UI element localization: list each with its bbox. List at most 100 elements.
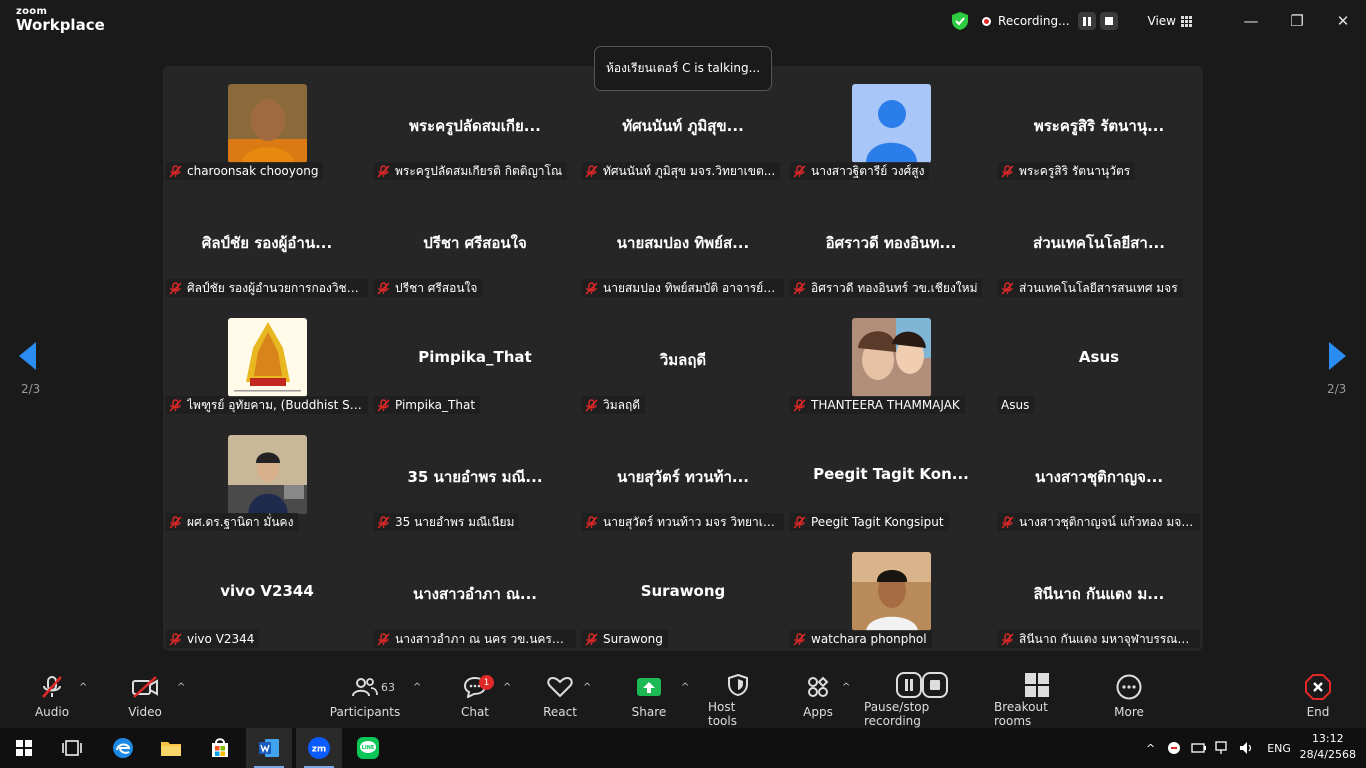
participant-photo	[852, 84, 931, 163]
prev-page-arrow-icon[interactable]	[19, 342, 36, 370]
mic-muted-icon	[793, 515, 811, 529]
participants-button[interactable]: Participants	[330, 669, 400, 728]
participant-photo	[228, 84, 307, 163]
participant-display-name: อิศราวดี ทองอินท...	[825, 234, 957, 252]
tray-volume-icon[interactable]	[1239, 741, 1255, 755]
mic-muted-icon	[377, 632, 395, 646]
tray-battery-icon[interactable]	[1191, 742, 1207, 754]
mic-muted-icon	[793, 164, 811, 178]
mic-muted-icon	[169, 164, 187, 178]
participant-tile[interactable]: ผศ.ดร.ฐานิดา มั่นคง	[163, 417, 371, 534]
tray-chevron-icon[interactable]: ^	[1146, 742, 1155, 755]
store-icon[interactable]	[197, 728, 243, 768]
tray-shield-icon[interactable]	[1167, 741, 1181, 755]
participant-name-label: ทัศนนันท์ ภูมิสุข มจร.วิทยาเขต...	[582, 162, 781, 180]
maximize-icon[interactable]: ❐	[1274, 0, 1320, 42]
participant-tile[interactable]: Asus Asus	[995, 300, 1203, 417]
edge-browser-icon[interactable]	[100, 728, 146, 768]
windows-start-icon[interactable]	[1, 728, 47, 768]
breakout-rooms-icon	[1025, 672, 1049, 697]
participant-tile[interactable]: ปรีชา ศรีสอนใจ ปรีชา ศรีสอนใจ	[371, 183, 579, 300]
video-caret-icon[interactable]: ^	[177, 682, 185, 693]
participant-tile[interactable]: พระครูสิริ รัตนานุ... พระครูสิริ รัตนานุว…	[995, 66, 1203, 183]
encryption-shield-icon[interactable]	[952, 12, 969, 30]
mic-muted-icon	[793, 281, 811, 295]
grid-view-icon[interactable]	[1181, 15, 1192, 27]
more-button[interactable]: More	[1112, 669, 1146, 728]
participant-tile[interactable]: 35 นายอำพร มณี... 35 นายอำพร มณีเนียม	[371, 417, 579, 534]
apps-button[interactable]: Apps	[802, 669, 834, 728]
participant-tile[interactable]: Pimpika_That Pimpika_That	[371, 300, 579, 417]
participant-tile[interactable]: นางสาวชุติกาญจ... นางสาวชุติกาญจน์ แก้วทอ…	[995, 417, 1203, 534]
participant-display-name: vivo V2344	[220, 582, 314, 600]
react-button[interactable]: React	[541, 669, 579, 728]
participant-name-label: Asus	[998, 396, 1035, 414]
minimize-icon[interactable]: —	[1228, 0, 1274, 42]
participant-tile[interactable]: พระครูปลัดสมเกีย... พระครูปลัดสมเกียรติ ก…	[371, 66, 579, 183]
participant-display-name: Peegit Tagit Kon...	[813, 465, 969, 483]
participant-tile[interactable]: นางสาวฐิตารีย์ วงศ์สูง	[787, 66, 995, 183]
participant-name: สินีนาถ กันแตง มหาจุฬาบรรณาคาร	[1019, 631, 1195, 646]
participant-name: Asus	[1001, 398, 1030, 412]
participant-name-label: Peegit Tagit Kongsiput	[790, 513, 949, 531]
participant-tile[interactable]: THANTEERA THAMMAJAK	[787, 300, 995, 417]
participant-name-label: นางสาวฐิตารีย์ วงศ์สูง	[790, 162, 930, 180]
next-page-arrow-icon[interactable]	[1329, 342, 1346, 370]
video-button[interactable]: Video	[124, 669, 166, 728]
pause-recording-icon[interactable]	[1077, 12, 1096, 30]
participant-tile[interactable]: charoonsak chooyong	[163, 66, 371, 183]
end-meeting-button[interactable]: End	[1302, 669, 1334, 728]
system-tray: ^ ENG	[1146, 728, 1291, 768]
participant-tile[interactable]: ส่วนเทคโนโลยีสา... ส่วนเทคโนโลยีสารสนเทศ …	[995, 183, 1203, 300]
participant-tile[interactable]: นางสาวอำภา ณ... นางสาวอำภา ณ นคร วข.นครศร…	[371, 534, 579, 651]
more-label: More	[1114, 705, 1144, 719]
participant-tile[interactable]: วิมลฤดี วิมลฤดี	[579, 300, 787, 417]
chat-caret-icon[interactable]: ^	[503, 682, 511, 693]
react-label: React	[543, 705, 577, 719]
close-icon[interactable]: ✕	[1320, 0, 1366, 42]
participant-tile[interactable]: ศิลป์ชัย รองผู้อำน... ศิลป์ชัย รองผู้อำนว…	[163, 183, 371, 300]
participant-tile[interactable]: สินีนาถ กันแตง ม... สินีนาถ กันแตง มหาจุฬ…	[995, 534, 1203, 651]
participant-name: นายสุวัตร์ ทวนท้าว มจร วิทยาเขต...	[603, 514, 779, 529]
taskbar-clock[interactable]: 13:12 28/4/2568	[1300, 731, 1356, 763]
file-explorer-icon[interactable]	[148, 728, 194, 768]
video-label: Video	[128, 705, 162, 719]
participant-tile[interactable]: นายสุวัตร์ ทวนท้า... นายสุวัตร์ ทวนท้าว ม…	[579, 417, 787, 534]
participant-tile[interactable]: vivo V2344 vivo V2344	[163, 534, 371, 651]
word-icon[interactable]	[246, 728, 292, 768]
view-button[interactable]: View	[1148, 14, 1176, 28]
share-button[interactable]: Share	[631, 669, 667, 728]
apps-caret-icon[interactable]: ^	[842, 682, 850, 693]
input-language[interactable]: ENG	[1267, 742, 1291, 755]
participant-name: อิศราวดี ทองอินทร์ วข.เชียงใหม่	[811, 280, 978, 295]
participant-tile[interactable]: Surawong Surawong	[579, 534, 787, 651]
participant-name-label: อิศราวดี ทองอินทร์ วข.เชียงใหม่	[790, 279, 983, 297]
pause-stop-recording-button[interactable]: Pause/stop recording	[864, 669, 980, 728]
zoom-app-icon[interactable]: zm	[296, 728, 342, 768]
participant-tile[interactable]: นายสมปอง ทิพย์ส... นายสมปอง ทิพย์สมบัติ อ…	[579, 183, 787, 300]
participant-display-name: Surawong	[640, 582, 726, 600]
react-caret-icon[interactable]: ^	[583, 682, 591, 693]
participant-name-label: 35 นายอำพร มณีเนียม	[374, 513, 520, 531]
host-tools-button[interactable]: Host tools	[708, 669, 768, 728]
participant-name: ปรีชา ศรีสอนใจ	[395, 280, 478, 295]
participant-tile[interactable]: ไพฑูรย์ อุทัยคาม, (Buddhist Stud...	[163, 300, 371, 417]
participant-name: Pimpika_That	[395, 398, 476, 412]
participants-caret-icon[interactable]: ^	[413, 682, 421, 693]
audio-button[interactable]: Audio	[30, 669, 74, 728]
task-view-icon[interactable]	[49, 728, 95, 768]
participant-tile[interactable]: watchara phonphol	[787, 534, 995, 651]
chat-label: Chat	[460, 705, 490, 719]
share-caret-icon[interactable]: ^	[681, 682, 689, 693]
participant-tile[interactable]: Peegit Tagit Kon... Peegit Tagit Kongsipu…	[787, 417, 995, 534]
audio-caret-icon[interactable]: ^	[79, 682, 87, 693]
line-app-icon[interactable]: LINE	[345, 728, 391, 768]
stop-recording-icon[interactable]	[1099, 12, 1118, 30]
breakout-rooms-button[interactable]: Breakout rooms	[994, 669, 1080, 728]
mic-muted-icon	[377, 398, 395, 412]
tray-network-icon[interactable]	[1215, 741, 1231, 755]
participant-tile[interactable]: อิศราวดี ทองอินท... อิศราวดี ทองอินทร์ วข…	[787, 183, 995, 300]
participant-name: พระครูปลัดสมเกียรติ กิตติญาโณ	[395, 163, 563, 178]
participant-name: นางสาวชุติกาญจน์ แก้วทอง มจร....	[1019, 514, 1195, 529]
mic-muted-icon	[377, 515, 395, 529]
